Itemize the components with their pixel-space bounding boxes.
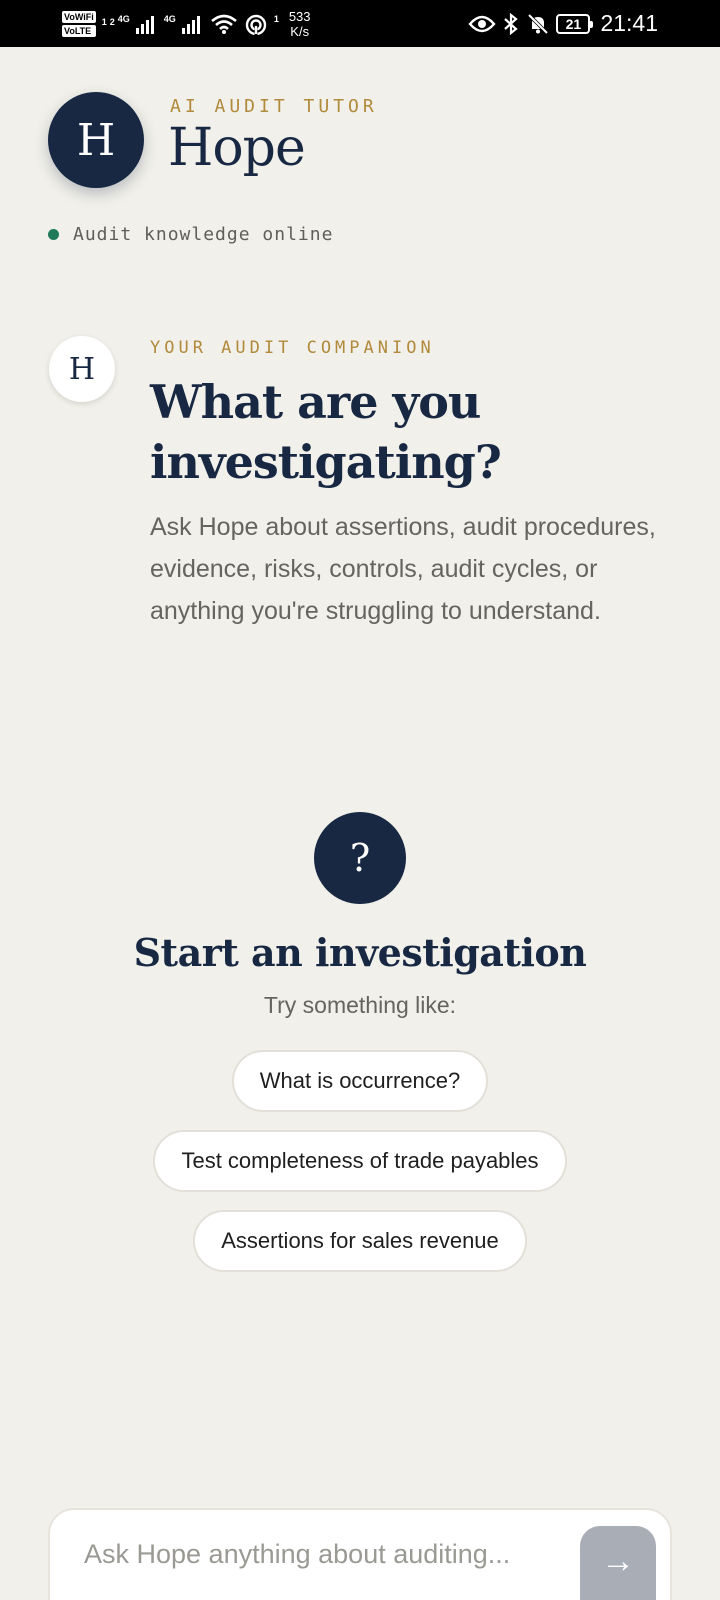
clock: 21:41 [600, 10, 658, 36]
speed-unit: K/s [290, 23, 310, 39]
hotspot-count: 1 [273, 13, 279, 24]
hotspot-icon [245, 14, 267, 35]
online-dot-icon [48, 229, 59, 240]
composer: → [48, 1508, 672, 1600]
suggestion-chip[interactable]: What is occurrence? [231, 1050, 489, 1112]
network-type-2: 4G [163, 13, 176, 24]
sim2-label: 2 [109, 16, 115, 27]
message-input[interactable] [84, 1528, 554, 1580]
online-status-text: Audit knowledge online [73, 224, 334, 245]
intro-message: YOUR AUDIT COMPANION What are you invest… [150, 338, 680, 632]
call-tags: VoWiFi VoLTE [62, 10, 96, 37]
intro-body: Ask Hope about assertions, audit procedu… [150, 513, 656, 625]
suggestion-chip[interactable]: Test completeness of trade payables [153, 1130, 567, 1192]
speed-value: 533 [288, 8, 311, 24]
volte-badge: VoLTE [62, 24, 96, 37]
online-status: Audit knowledge online [48, 224, 333, 245]
sim1-label: 1 [101, 16, 107, 27]
status-bar: VoWiFi VoLTE 1 2 4G 4G 1 533 K/s 21 21:4… [0, 0, 720, 47]
empty-state-title: Start an investigation [133, 930, 587, 975]
question-icon: ? [314, 812, 406, 904]
hope-avatar: H [48, 92, 144, 188]
status-bar-left: VoWiFi VoLTE 1 2 4G 4G 1 533 K/s [62, 9, 311, 39]
intro-title: What are you investigating? [150, 375, 502, 489]
send-button[interactable]: → [580, 1526, 656, 1600]
intro-kicker: YOUR AUDIT COMPANION [150, 338, 435, 358]
network-speed: 533 K/s [289, 9, 311, 39]
suggestion-chip[interactable]: Assertions for sales revenue [193, 1210, 527, 1272]
network-type-1: 4G [117, 13, 130, 24]
signal-icon [135, 15, 154, 34]
app-kicker: AI AUDIT TUTOR [170, 96, 378, 117]
app-title: Hope [168, 118, 306, 178]
bell-muted-icon [528, 13, 549, 34]
bluetooth-icon [504, 12, 519, 35]
battery-indicator: 21 [556, 13, 594, 34]
signal-icon [181, 15, 200, 34]
wifi-icon [210, 14, 237, 34]
suggestion-list: What is occurrence? Test completeness of… [0, 1050, 720, 1272]
eye-icon [468, 15, 497, 32]
vowifi-badge: VoWiFi [62, 10, 96, 23]
empty-state-subtitle: Try something like: [263, 992, 457, 1018]
status-bar-right: 21 21:41 [468, 10, 658, 37]
message-avatar: H [49, 336, 115, 402]
